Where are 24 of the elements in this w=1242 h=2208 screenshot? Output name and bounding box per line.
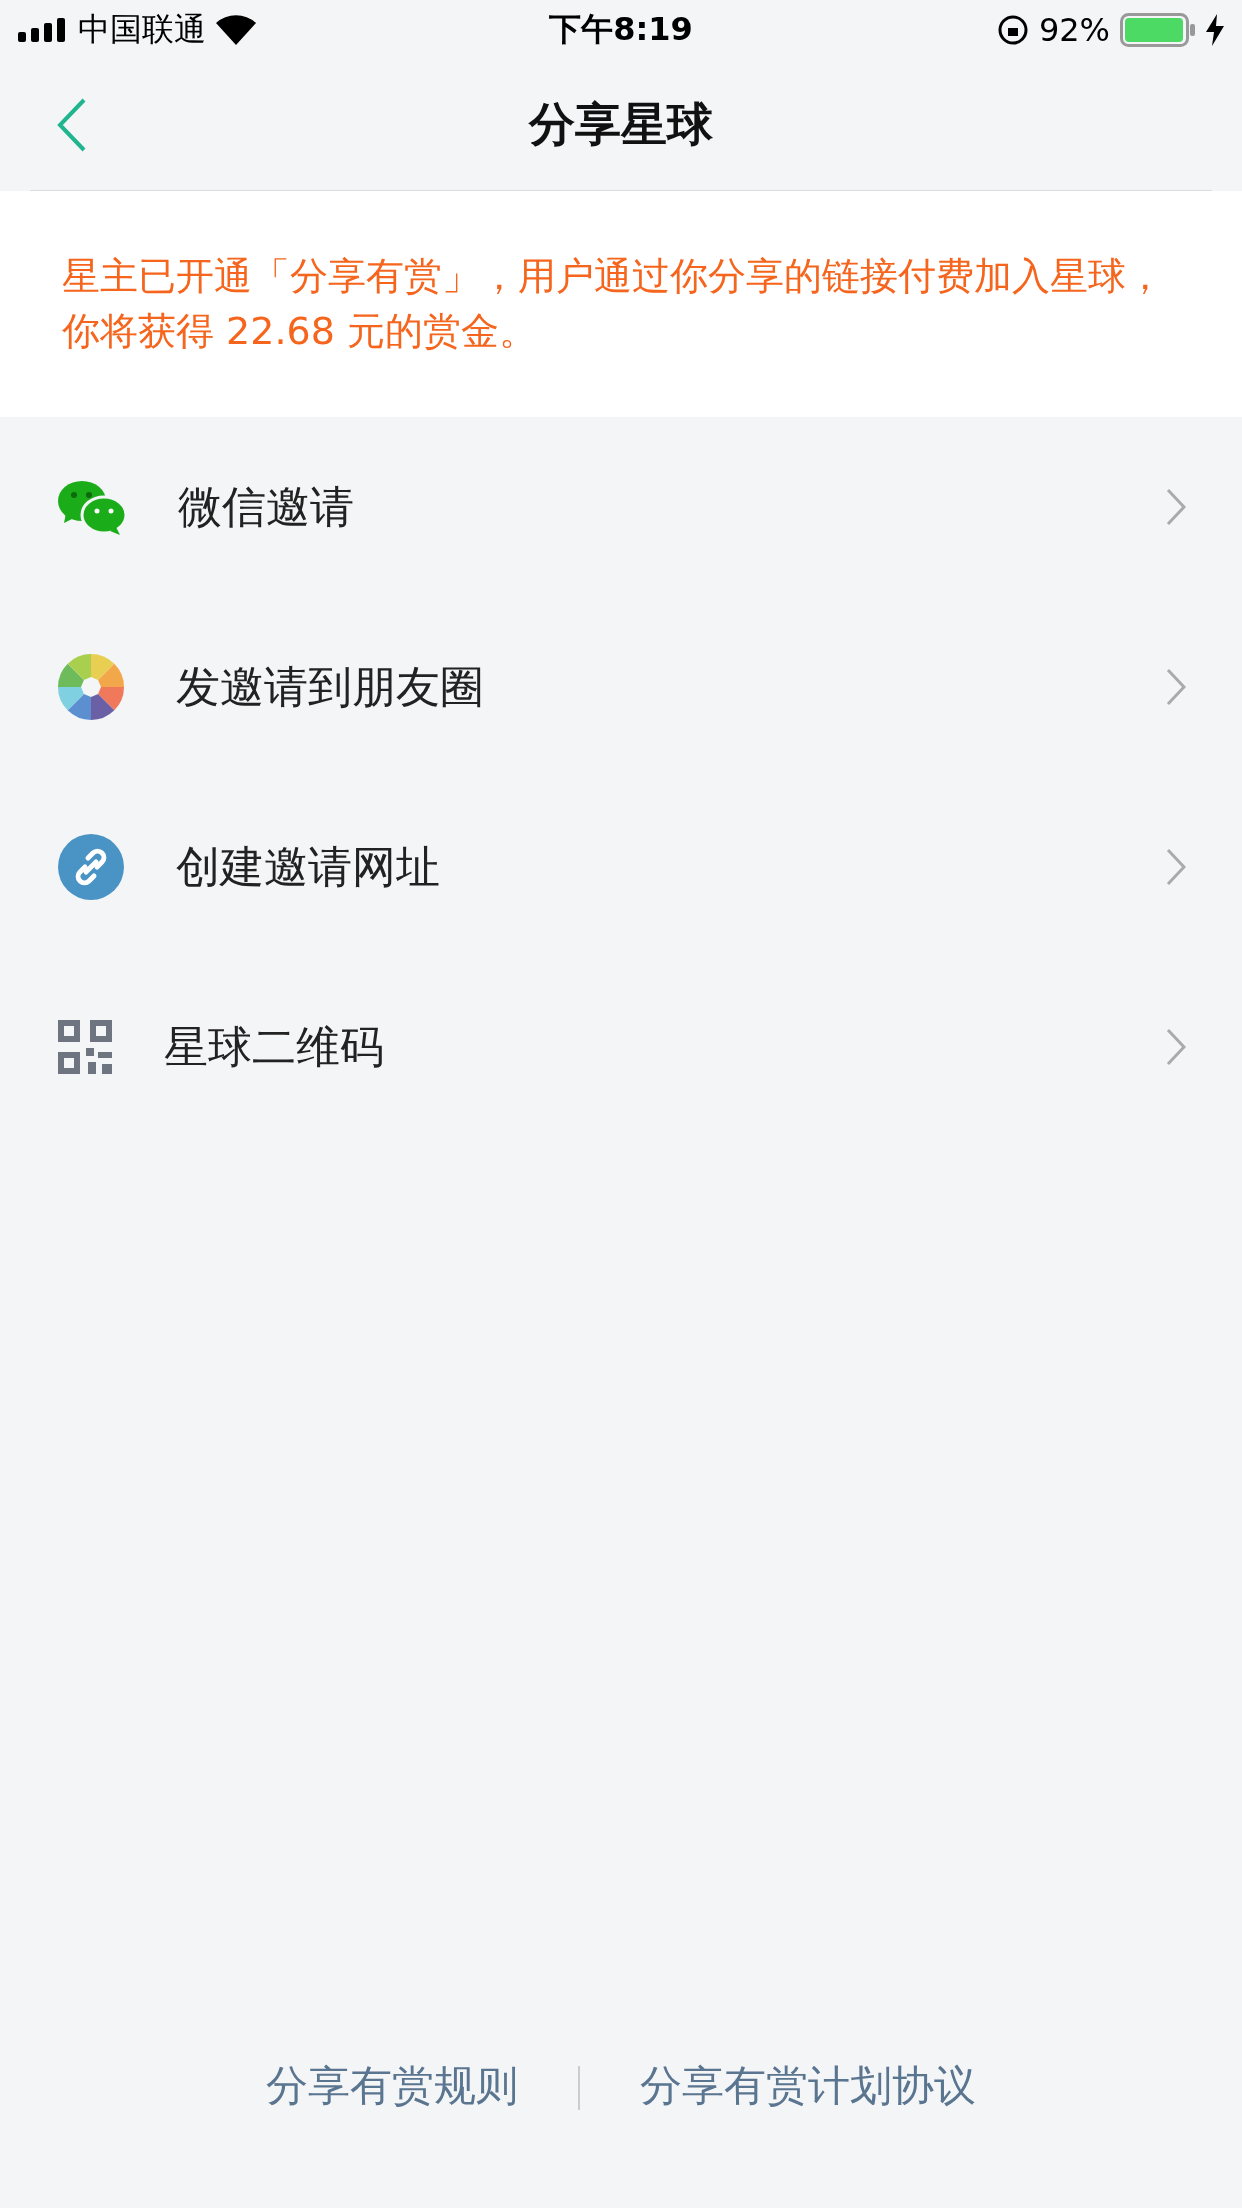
- status-time: 下午8:19: [548, 9, 694, 50]
- signal-icon: [18, 18, 68, 42]
- carrier-name: 中国联通: [78, 9, 206, 50]
- battery-percent: 92%: [1038, 11, 1110, 49]
- reward-notice: 星主已开通「分享有赏」，用户通过你分享的链接付费加入星球，你将获得 22.68 元的赏金。: [0, 191, 1242, 417]
- charging-icon: [1206, 14, 1224, 46]
- link-icon: [58, 834, 124, 900]
- qr-code-icon: [58, 1020, 112, 1074]
- chevron-right-icon: [1166, 1028, 1186, 1066]
- page-title: 分享星球: [529, 96, 713, 153]
- share-option[interactable]: 发邀请到朋友圈: [0, 597, 1242, 777]
- share-option[interactable]: 微信邀请: [0, 417, 1242, 597]
- footer-link[interactable]: 分享有赏计划协议: [640, 2058, 976, 2114]
- battery-icon: [1120, 13, 1196, 47]
- rotation-lock-icon: [996, 14, 1029, 46]
- share-option[interactable]: 创建邀请网址: [0, 777, 1242, 957]
- share-option[interactable]: 星球二维码: [0, 957, 1242, 1137]
- chevron-right-icon: [1166, 848, 1186, 886]
- footer-link[interactable]: 分享有赏规则: [266, 2058, 518, 2114]
- chevron-right-icon: [1166, 488, 1186, 526]
- aperture-icon: [58, 654, 124, 720]
- wifi-icon: [216, 15, 256, 45]
- chevron-right-icon: [1166, 668, 1186, 706]
- chat-bubbles-icon: [58, 479, 126, 535]
